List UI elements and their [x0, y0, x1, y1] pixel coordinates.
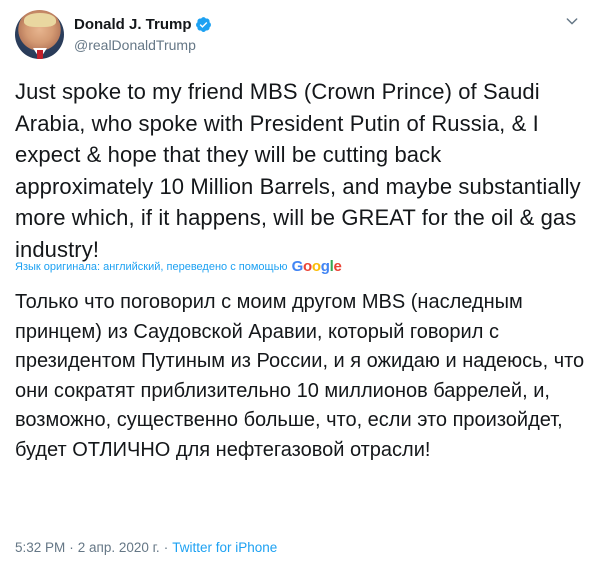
tweet-header: Donald J. Trump @realDonaldTrump	[15, 10, 582, 60]
tweet-text-original: Just spoke to my friend MBS (Crown Princ…	[15, 79, 581, 262]
tweet-source-link[interactable]: Twitter for iPhone	[172, 540, 277, 555]
tweet-date[interactable]: 2 апр. 2020 г.	[78, 540, 160, 555]
google-logo[interactable]: Google	[292, 258, 342, 275]
user-handle[interactable]: @realDonaldTrump	[74, 37, 212, 53]
avatar[interactable]	[15, 10, 64, 59]
separator: ·	[69, 540, 74, 555]
tweet-card: Donald J. Trump @realDonaldTrump Just sp…	[0, 0, 597, 567]
tweet-text-translated: Только что поговорил с моим другом MBS (…	[15, 291, 585, 461]
display-name[interactable]: Donald J. Trump	[74, 16, 192, 33]
tweet-metadata: 5:32 PM · 2 апр. 2020 г. · Twitter for i…	[15, 540, 277, 555]
translation-note: Язык оригинала: английский, переведено с…	[15, 260, 288, 273]
author-info: Donald J. Trump @realDonaldTrump	[74, 15, 212, 53]
separator: ·	[163, 540, 169, 555]
translation-attribution: Язык оригинала: английский, переведено с…	[15, 258, 342, 275]
tweet-time[interactable]: 5:32 PM	[15, 540, 65, 555]
verified-badge-icon	[195, 17, 211, 32]
chevron-down-icon[interactable]	[564, 13, 580, 29]
